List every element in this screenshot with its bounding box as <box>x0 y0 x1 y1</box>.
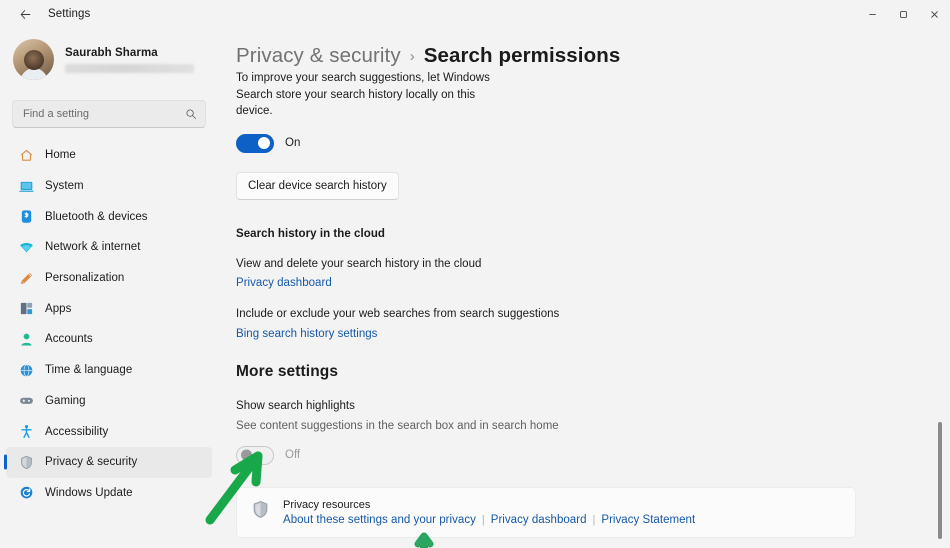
sidebar-item-label: Bluetooth & devices <box>45 210 148 223</box>
profile-name: Saurabh Sharma <box>65 46 158 59</box>
cloud-history-line1: View and delete your search history in t… <box>236 257 482 270</box>
clear-device-search-history-button[interactable]: Clear device search history <box>236 171 399 200</box>
search-input-wrapper[interactable] <box>12 100 206 128</box>
sidebar-item-label: Time & language <box>45 364 133 377</box>
device-history-toggle-row: On <box>236 133 920 153</box>
privacy-dashboard-link[interactable]: Privacy dashboard <box>236 277 920 289</box>
bing-search-history-settings-link[interactable]: Bing search history settings <box>236 328 920 340</box>
title-bar: Settings <box>0 0 950 28</box>
time-language-icon <box>18 362 34 378</box>
minimize-icon <box>869 13 876 15</box>
sidebar-item-label: System <box>45 180 84 193</box>
sidebar-item-accessibility[interactable]: Accessibility <box>6 416 212 447</box>
show-search-highlights-toggle[interactable] <box>236 445 274 465</box>
sidebar: Saurabh Sharma Home <box>0 28 226 548</box>
network-icon <box>18 239 34 255</box>
privacy-resources-links: About these settings and your privacy | … <box>283 514 695 526</box>
settings-content: Search history on this device To improve… <box>236 68 920 538</box>
sidebar-item-label: Accessibility <box>45 425 109 438</box>
show-search-highlights-label: Show search highlights <box>236 399 355 412</box>
sidebar-item-label: Privacy & security <box>45 456 138 469</box>
link-separator: | <box>592 513 596 526</box>
search-icon <box>185 108 197 120</box>
app-title: Settings <box>48 8 91 20</box>
back-arrow-icon <box>20 9 30 19</box>
device-history-toggle-label: On <box>285 137 301 149</box>
sidebar-item-windows-update[interactable]: Windows Update <box>6 478 212 509</box>
privacy-statement-link[interactable]: Privacy Statement <box>601 514 695 526</box>
accessibility-icon <box>18 424 34 440</box>
profile-email-redacted <box>65 63 194 73</box>
sidebar-item-personalization[interactable]: Personalization <box>6 263 212 294</box>
sidebar-item-label: Personalization <box>45 272 125 285</box>
page-title: Search permissions <box>423 44 621 67</box>
home-icon <box>18 147 34 163</box>
device-history-description: To improve your search suggestions, let … <box>236 72 490 117</box>
chevron-right-icon: › <box>409 47 415 65</box>
maximize-icon <box>900 10 907 18</box>
sidebar-item-network[interactable]: Network & internet <box>6 232 212 263</box>
sidebar-nav: Home System Bluetooth & devices Network … <box>0 140 218 508</box>
search-input[interactable] <box>23 108 185 120</box>
vertical-scrollbar[interactable] <box>935 74 945 544</box>
show-search-highlights-toggle-label: Off <box>285 449 301 461</box>
sidebar-item-apps[interactable]: Apps <box>6 293 212 324</box>
link-separator: | <box>481 513 485 526</box>
apps-icon <box>18 301 34 317</box>
sidebar-item-system[interactable]: System <box>6 171 212 202</box>
accounts-icon <box>18 331 34 347</box>
main-content: Privacy & security › Search permissions … <box>226 28 950 548</box>
sidebar-item-time-language[interactable]: Time & language <box>6 355 212 386</box>
maximize-button[interactable] <box>888 0 919 28</box>
sidebar-item-label: Accounts <box>45 333 93 346</box>
avatar <box>13 39 54 80</box>
sidebar-item-privacy-security[interactable]: Privacy & security <box>6 446 212 478</box>
sidebar-item-accounts[interactable]: Accounts <box>6 324 212 355</box>
about-settings-privacy-link[interactable]: About these settings and your privacy <box>283 514 476 526</box>
bluetooth-icon <box>18 209 34 225</box>
sidebar-item-bluetooth[interactable]: Bluetooth & devices <box>6 201 212 232</box>
privacy-resources-card: Privacy resources About these settings a… <box>236 486 856 538</box>
settings-window: Settings Saurabh Sharma Find a setting H… <box>0 0 950 548</box>
cloud-history-line2: Include or exclude your web searches fro… <box>236 308 560 320</box>
show-search-highlights-toggle-row: Off <box>236 445 920 465</box>
sidebar-item-home[interactable]: Home <box>6 140 212 171</box>
privacy-dashboard-card-link[interactable]: Privacy dashboard <box>491 514 587 526</box>
shield-icon <box>18 454 34 470</box>
personalization-icon <box>18 270 34 286</box>
gaming-icon <box>18 393 34 409</box>
system-icon <box>18 178 34 194</box>
device-history-toggle[interactable] <box>236 133 274 153</box>
sidebar-item-label: Windows Update <box>45 486 133 499</box>
sidebar-item-label: Home <box>45 149 76 162</box>
breadcrumb: Privacy & security › Search permissions <box>226 28 950 68</box>
privacy-resources-title: Privacy resources <box>283 498 371 511</box>
back-button[interactable] <box>12 3 38 25</box>
sidebar-item-gaming[interactable]: Gaming <box>6 386 212 417</box>
window-body: Saurabh Sharma Home <box>0 28 950 548</box>
shield-icon <box>251 500 270 524</box>
user-profile[interactable]: Saurabh Sharma <box>0 28 218 86</box>
show-search-highlights-description: See content suggestions in the search bo… <box>236 420 559 432</box>
sidebar-item-label: Apps <box>45 302 72 315</box>
settings-scroll-area: Search history on this device To improve… <box>226 68 950 548</box>
close-button[interactable] <box>919 0 950 28</box>
scrollbar-thumb[interactable] <box>938 421 942 540</box>
minimize-button[interactable] <box>857 0 888 28</box>
close-icon <box>931 10 938 18</box>
window-controls <box>857 0 950 28</box>
breadcrumb-parent[interactable]: Privacy & security <box>236 44 401 68</box>
more-settings-heading: More settings <box>236 362 339 380</box>
windows-update-icon <box>18 485 34 501</box>
sidebar-item-label: Gaming <box>45 394 86 407</box>
sidebar-item-label: Network & internet <box>45 241 141 254</box>
cloud-history-heading: Search history in the cloud <box>236 227 385 240</box>
